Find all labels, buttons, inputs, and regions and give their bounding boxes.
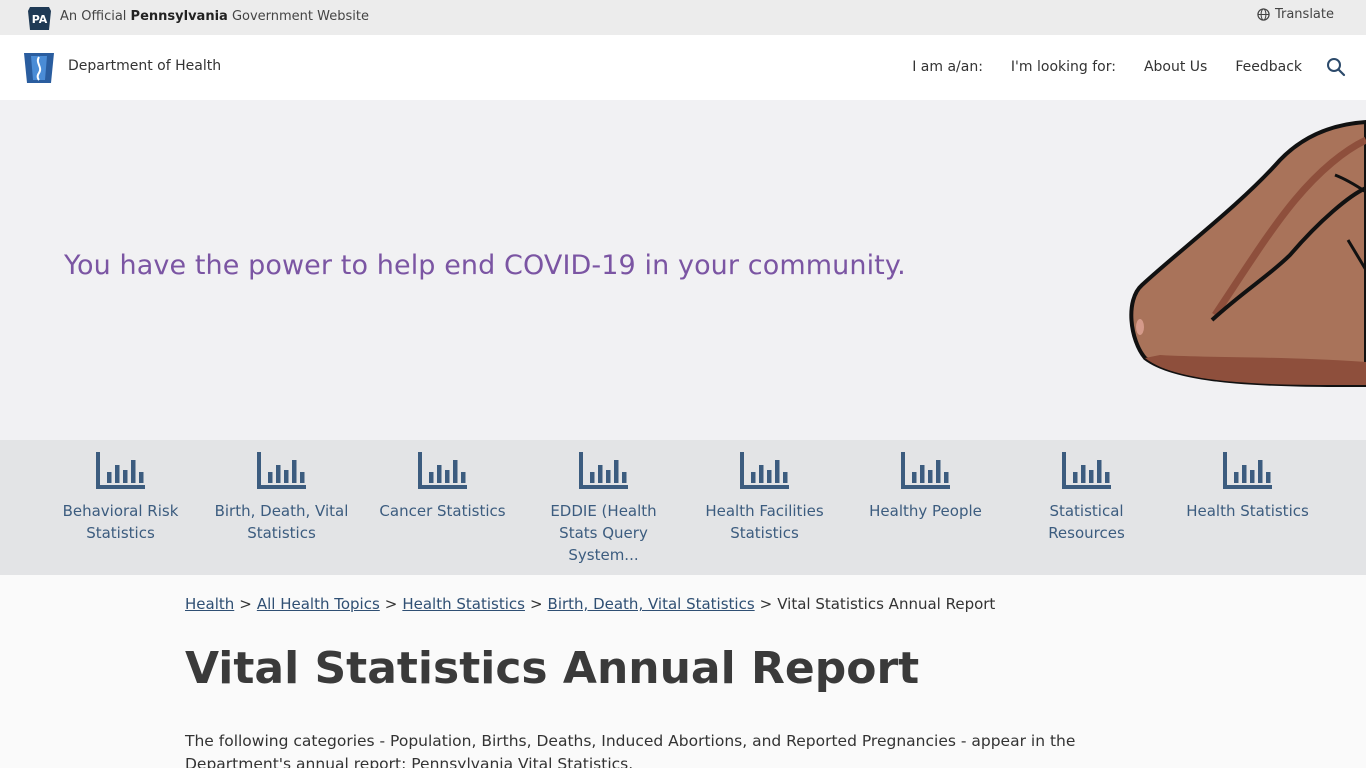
search-icon[interactable] [1326,57,1346,77]
bar-chart-icon [1061,452,1111,489]
tile-behavioral-risk[interactable]: Behavioral Risk Statistics [40,450,201,544]
department-name[interactable]: Department of Health [68,58,221,74]
bar-chart-icon [900,452,950,489]
breadcrumb-separator: > [239,595,252,613]
main-content: Health > All Health Topics > Health Statisti… [0,575,1366,768]
breadcrumb-all-health-topics[interactable]: All Health Topics [257,595,380,613]
breadcrumb-birth-death-vital[interactable]: Birth, Death, Vital Statistics [548,595,755,613]
tile-health-facilities[interactable]: Health Facilities Statistics [684,450,845,544]
translate-button[interactable]: Translate [1257,7,1334,22]
intro-paragraph: The following categories - Population, B… [185,732,1076,768]
statistics-links-strip: Behavioral Risk Statistics Birth, Death,… [0,440,1366,575]
breadcrumb-separator: > [759,595,773,613]
tile-label: Cancer Statistics [379,502,506,520]
bar-chart-icon [417,452,467,489]
nav-looking-for[interactable]: I'm looking for: [1011,59,1116,75]
site-header: Department of Health I am a/an: I'm look… [0,35,1366,100]
tile-eddie[interactable]: EDDIE (Health Stats Query System... [523,450,684,566]
keystone-logo-icon[interactable] [22,51,56,85]
bar-chart-icon [1222,452,1272,489]
hero-banner: You have the power to help end COVID-19 … [0,100,1366,440]
nav-feedback[interactable]: Feedback [1235,59,1302,75]
breadcrumb-separator: > [384,595,398,613]
globe-icon [1257,8,1270,21]
nav-i-am[interactable]: I am a/an: [912,59,983,75]
tile-label: Healthy People [869,502,982,520]
tile-health-statistics[interactable]: Health Statistics [1167,450,1328,522]
main-nav: I am a/an: I'm looking for: About Us Fee… [912,59,1302,75]
breadcrumb-separator: > [529,595,543,613]
breadcrumb-health[interactable]: Health [185,595,234,613]
translate-label: Translate [1274,7,1334,22]
tile-label: Statistical Resources [1048,502,1125,542]
svg-text:PA: PA [32,13,48,26]
tile-cancer-statistics[interactable]: Cancer Statistics [362,450,523,522]
nav-about-us[interactable]: About Us [1144,59,1207,75]
bar-chart-icon [95,452,145,489]
tile-statistical-resources[interactable]: Statistical Resources [1006,450,1167,544]
bar-chart-icon [256,452,306,489]
tile-label: Behavioral Risk Statistics [62,502,179,542]
bar-chart-icon [739,452,789,489]
tile-birth-death-vital[interactable]: Birth, Death, Vital Statistics [201,450,362,544]
gov-banner: PA An Official Pennsylvania Government W… [0,0,1366,35]
page-title: Vital Statistics Annual Report [185,643,920,694]
tile-label: Health Statistics [1186,502,1309,520]
tile-healthy-people[interactable]: Healthy People [845,450,1006,522]
flexed-arm-illustration [1129,119,1366,387]
pa-seal-icon: PA [28,7,51,30]
breadcrumb-current: Vital Statistics Annual Report [777,595,996,613]
tile-label: EDDIE (Health Stats Query System... [550,502,657,564]
hero-headline: You have the power to help end COVID-19 … [64,250,906,281]
bar-chart-icon [578,452,628,489]
breadcrumb: Health > All Health Topics > Health Statisti… [185,595,995,613]
tile-label: Birth, Death, Vital Statistics [214,502,349,542]
breadcrumb-health-statistics[interactable]: Health Statistics [402,595,525,613]
tile-label: Health Facilities Statistics [705,502,824,542]
official-site-text: An Official Pennsylvania Government Webs… [60,9,369,24]
